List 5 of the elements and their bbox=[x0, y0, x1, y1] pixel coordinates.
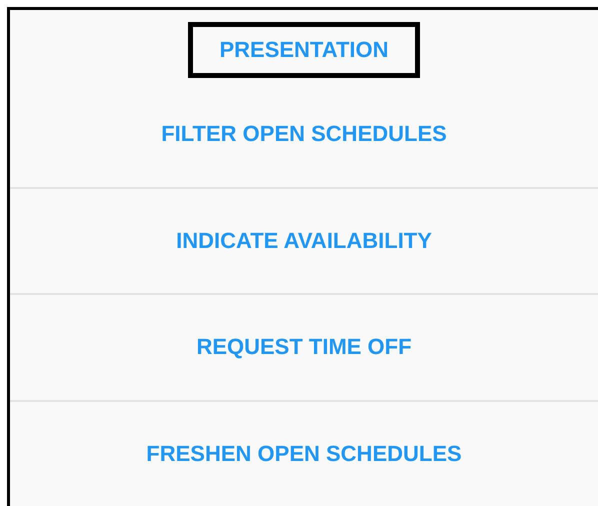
menu-item[interactable]: INDICATE AVAILABILITY bbox=[145, 212, 463, 269]
menu-item[interactable]: REQUEST TIME OFF bbox=[165, 319, 443, 376]
menu-item[interactable]: PRESENTATION bbox=[188, 22, 420, 78]
menu-item[interactable]: FILTER OPEN SCHEDULES bbox=[130, 106, 478, 162]
menu-item[interactable]: FRESHEN OPEN SCHEDULES bbox=[115, 426, 493, 482]
